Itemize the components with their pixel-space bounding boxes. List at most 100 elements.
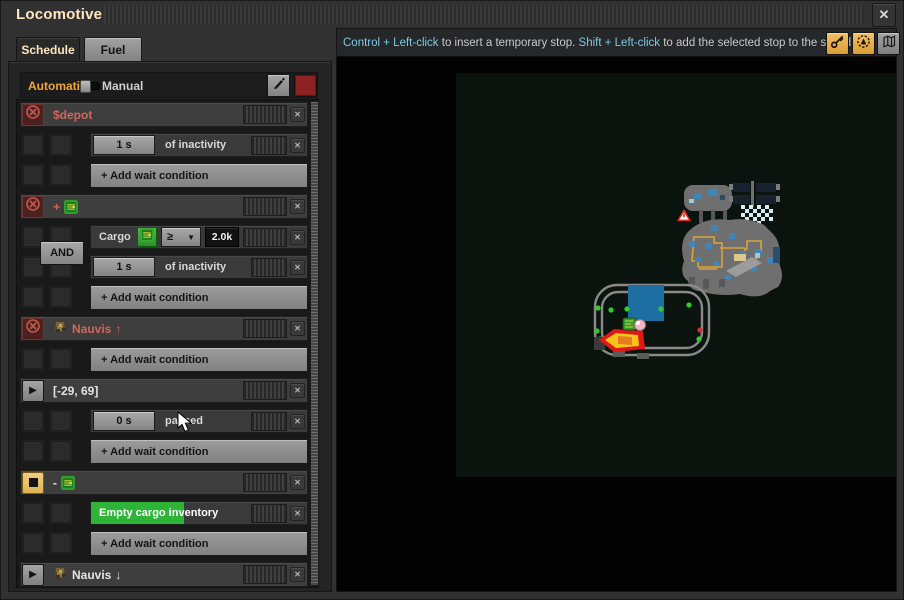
current-stop-button[interactable] (22, 472, 44, 494)
station-name: $depot (53, 108, 92, 122)
delete-station-button[interactable]: ✕ (290, 321, 305, 336)
condition-label: passed (165, 415, 203, 427)
rail-stub (637, 353, 649, 359)
add-wait-condition-button[interactable]: + Add wait condition (90, 285, 308, 310)
station-row[interactable]: Nauvis ↑ ✕ (20, 316, 308, 341)
title-bar: Locomotive ✕ (0, 0, 904, 28)
station-row[interactable]: ▶ Nauvis ↓ ✕ (20, 562, 308, 587)
toggle-knob[interactable] (80, 80, 91, 93)
condition-slot (22, 532, 44, 554)
comparator-dropdown[interactable]: ≥▼ (161, 227, 201, 247)
condition-slot (50, 286, 72, 308)
station-row[interactable]: ▶ [-29, 69] ✕ (20, 378, 308, 403)
drag-handle[interactable] (251, 504, 287, 523)
time-value-button[interactable]: 0 s (93, 411, 155, 431)
map-view-toggle-button[interactable] (877, 32, 900, 55)
condition-label: of inactivity (165, 139, 226, 151)
map-view[interactable] (337, 57, 896, 591)
signal-select-button[interactable] (137, 227, 157, 247)
drag-handle[interactable] (251, 136, 287, 155)
map-icon (881, 34, 896, 54)
skip-station-button[interactable] (22, 196, 44, 218)
chevron-down-icon: ▼ (187, 233, 195, 242)
drag-handle[interactable] (251, 412, 287, 431)
mode-toggle[interactable] (80, 82, 100, 90)
condition-label: Cargo (99, 231, 137, 243)
delete-station-button[interactable]: ✕ (290, 383, 305, 398)
time-value-button[interactable]: 1 s (93, 135, 155, 155)
time-value-button[interactable]: 1 s (93, 257, 155, 277)
drag-handle[interactable] (243, 105, 287, 124)
condition-box: 0 s passed ✕ (90, 409, 308, 433)
condition-slot (50, 532, 72, 554)
condition-slot (50, 134, 72, 156)
delete-condition-button[interactable]: ✕ (290, 260, 305, 275)
rail-planner-button[interactable] (826, 32, 849, 55)
condition-slot (22, 410, 44, 432)
delete-condition-button[interactable]: ✕ (290, 230, 305, 245)
play-icon: ▶ (29, 385, 37, 396)
tab-schedule[interactable]: Schedule (16, 37, 80, 62)
station-name: Nauvis ↓ (53, 566, 121, 584)
drag-handle[interactable] (251, 258, 287, 277)
and-or-toggle-button[interactable]: AND (40, 241, 84, 265)
center-on-train-icon (856, 34, 871, 54)
delete-condition-button[interactable]: ✕ (290, 414, 305, 429)
station-name: - (53, 476, 75, 490)
center-on-train-button[interactable] (852, 32, 875, 55)
station-row[interactable]: - ✕ (20, 470, 308, 495)
rename-button[interactable] (267, 74, 290, 97)
drag-handle[interactable] (243, 473, 287, 492)
drag-handle[interactable] (243, 228, 287, 247)
condition-slot (50, 348, 72, 370)
condition-box: Empty cargo inventory ✕ (90, 501, 308, 525)
nauvis-surface-icon (53, 320, 68, 338)
station-row[interactable]: $depot ✕ (20, 102, 308, 127)
drag-handle[interactable] (243, 319, 287, 338)
direction-down-arrow: ↓ (115, 568, 121, 582)
schedule-scrollbar[interactable] (310, 101, 319, 586)
close-button[interactable]: ✕ (872, 3, 896, 27)
condition-slot (50, 502, 72, 524)
mode-row: Automatic Manual (20, 72, 318, 98)
circuit-map-marker (623, 318, 636, 330)
drag-handle[interactable] (243, 197, 287, 216)
factory-structure (682, 181, 782, 296)
delete-station-button[interactable]: ✕ (290, 199, 305, 214)
condition-label: Empty cargo inventory (99, 507, 218, 519)
delete-station-button[interactable]: ✕ (290, 107, 305, 122)
go-to-station-button[interactable]: ▶ (22, 380, 44, 402)
skip-station-button[interactable] (22, 318, 44, 340)
map-panel: Control + Left-click to insert a tempora… (336, 28, 897, 592)
skip-station-button[interactable] (22, 104, 44, 126)
delete-station-button[interactable]: ✕ (290, 567, 305, 582)
add-wait-condition-button[interactable]: + Add wait condition (90, 439, 308, 464)
drag-handle[interactable] (243, 565, 287, 584)
add-condition-row: + Add wait condition (20, 285, 308, 310)
add-wait-condition-button[interactable]: + Add wait condition (90, 347, 308, 372)
wait-condition-row: Empty cargo inventory ✕ (20, 501, 308, 525)
delete-station-button[interactable]: ✕ (290, 475, 305, 490)
delete-condition-button[interactable]: ✕ (290, 138, 305, 153)
pink-map-marker (635, 320, 646, 331)
electronic-circuit-icon (140, 228, 154, 247)
cargo-condition-box: Cargo ≥▼ 2.0k ✕ (90, 225, 308, 249)
stop-icon (29, 478, 38, 487)
add-wait-condition-button[interactable]: + Add wait condition (90, 163, 308, 188)
hint-bar: Control + Left-click to insert a tempora… (337, 29, 896, 57)
go-to-station-button[interactable]: ▶ (22, 564, 44, 586)
add-wait-condition-button[interactable]: + Add wait condition (90, 531, 308, 556)
station-row[interactable]: + ✕ (20, 194, 308, 219)
train-color-swatch[interactable] (294, 74, 317, 97)
add-condition-row: + Add wait condition (20, 163, 308, 188)
add-condition-row: + Add wait condition (20, 531, 308, 556)
window-drag-handle[interactable] (104, 6, 864, 23)
condition-slot (22, 502, 44, 524)
condition-label: of inactivity (165, 261, 226, 273)
constant-value-button[interactable]: 2.0k (205, 227, 239, 247)
tab-fuel[interactable]: Fuel (84, 37, 142, 62)
wait-condition-row: 0 s passed ✕ (20, 409, 308, 433)
station-name: [-29, 69] (53, 384, 98, 398)
delete-condition-button[interactable]: ✕ (290, 506, 305, 521)
drag-handle[interactable] (243, 381, 287, 400)
